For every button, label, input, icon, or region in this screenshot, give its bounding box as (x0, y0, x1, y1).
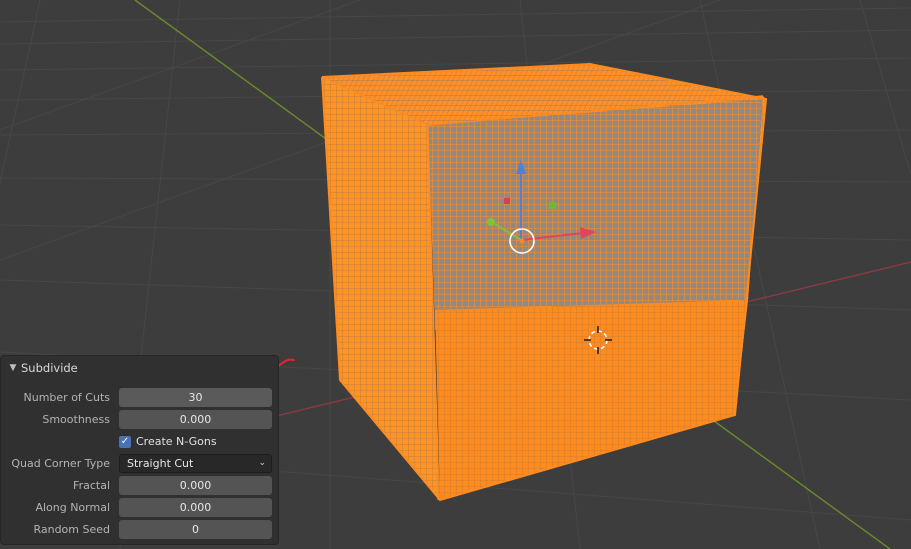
fractal-field[interactable]: 0.000 (119, 476, 272, 495)
chevron-down-icon: ▼ (9, 363, 17, 373)
quad-corner-type-value: Straight Cut (127, 457, 194, 470)
smoothness-field[interactable]: 0.000 (119, 410, 272, 429)
checkmark-icon: ✓ (119, 435, 131, 448)
random-seed-field[interactable]: 0 (119, 520, 272, 539)
along-normal-row: Along Normal 0.000 (1, 498, 278, 518)
create-ngons-checkbox[interactable]: ✓ Create N-Gons (119, 432, 217, 451)
random-seed-label: Random Seed (33, 523, 110, 536)
number-of-cuts-label: Number of Cuts (23, 391, 110, 404)
panel-title: Subdivide (21, 361, 78, 375)
create-ngons-label: Create N-Gons (136, 435, 217, 448)
along-normal-label: Along Normal (35, 501, 110, 514)
quad-corner-type-label: Quad Corner Type (11, 457, 110, 470)
number-of-cuts-field[interactable]: 30 (119, 388, 272, 407)
subdivide-operator-panel: ▼ Subdivide Number of Cuts 30 Smoothness… (0, 355, 279, 545)
fractal-label: Fractal (73, 479, 110, 492)
smoothness-label: Smoothness (42, 413, 110, 426)
random-seed-row: Random Seed 0 (1, 520, 278, 540)
quad-corner-type-dropdown[interactable]: Straight Cut ⌄ (119, 454, 272, 473)
along-normal-field[interactable]: 0.000 (119, 498, 272, 517)
chevron-down-icon: ⌄ (258, 458, 266, 468)
number-of-cuts-row: Number of Cuts 30 (1, 388, 278, 408)
create-ngons-row: ✓ Create N-Gons (1, 432, 278, 452)
panel-header[interactable]: ▼ Subdivide (1, 356, 278, 380)
quad-corner-type-row: Quad Corner Type Straight Cut ⌄ (1, 454, 278, 474)
smoothness-row: Smoothness 0.000 (1, 410, 278, 430)
fractal-row: Fractal 0.000 (1, 476, 278, 496)
